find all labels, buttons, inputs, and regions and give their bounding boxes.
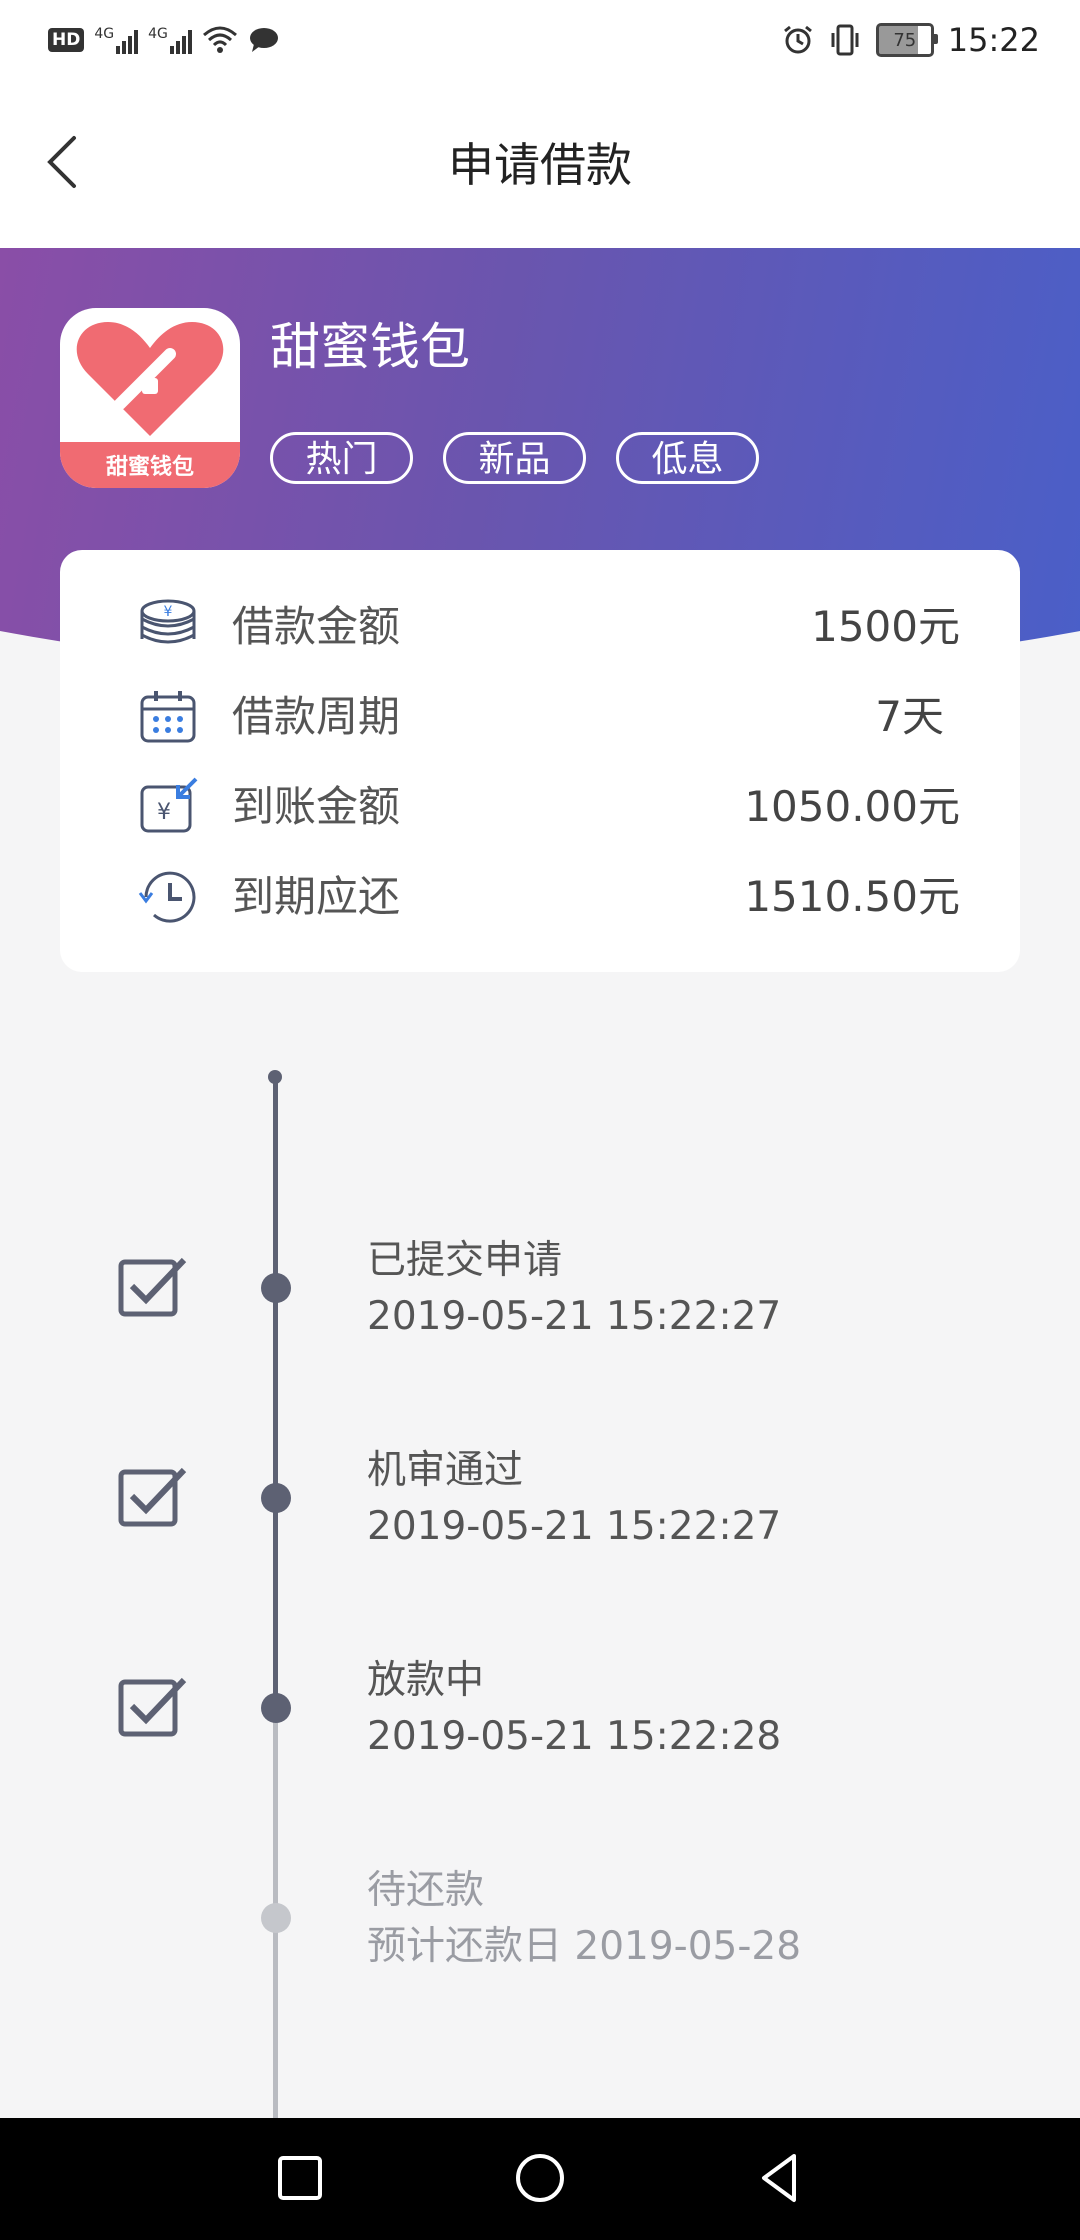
- status-bar: HD 4G 4G 75 15:22: [0, 0, 1080, 80]
- received-amount-value: 1050.00元: [744, 782, 960, 831]
- hd-badge: HD: [48, 28, 85, 52]
- timeline-step-title: 待还款: [367, 1868, 485, 1913]
- loan-amount-row: ¥ 借款金额 1500元: [60, 582, 1020, 672]
- timeline-step-title: 放款中: [367, 1658, 485, 1703]
- battery-level: 75: [893, 29, 917, 51]
- timeline-step-title: 已提交申请: [367, 1238, 563, 1283]
- received-amount-row: ¥ 到账金额 1050.00元: [60, 762, 1020, 852]
- svg-text:¥: ¥: [157, 800, 171, 825]
- status-right: 75 15:22: [782, 18, 1040, 62]
- wifi-icon: [202, 26, 237, 53]
- calendar-icon: [140, 691, 196, 743]
- loan-info-card: ¥ 借款金额 1500元 借款周期 7天 ¥ 到账金额 1050.00元 到期应…: [60, 550, 1020, 972]
- alarm-icon: [783, 25, 812, 54]
- timeline-step-time: 2019-05-21 15:22:28: [367, 1714, 782, 1759]
- due-amount-value: 1510.50元: [744, 872, 960, 921]
- tag-list: 热门 新品 低息: [270, 432, 759, 484]
- timeline-dot: [261, 1483, 291, 1513]
- tag-new: 新品: [443, 432, 586, 484]
- due-amount-row: 到期应还 1510.50元: [60, 852, 1020, 942]
- page-title: 申请借款: [448, 138, 632, 192]
- checkbox-checked-icon: [118, 1257, 187, 1317]
- logo-text: 甜蜜钱包: [60, 442, 240, 488]
- timeline-start-dot: [268, 1070, 282, 1084]
- due-amount-label: 到期应还: [232, 872, 401, 921]
- signal-icon-2: 4G: [148, 26, 192, 54]
- tag-hot: 热门: [270, 432, 413, 484]
- checkbox-checked-icon: [118, 1467, 187, 1527]
- vibrate-icon: [831, 24, 859, 56]
- clock: 15:22: [947, 21, 1040, 59]
- history-clock-icon: [138, 871, 196, 923]
- svg-text:¥: ¥: [164, 604, 173, 620]
- timeline-step-time: 2019-05-21 15:22:27: [367, 1504, 782, 1549]
- system-nav-bar: [0, 2118, 1080, 2240]
- coins-yen-icon: ¥: [140, 599, 196, 644]
- timeline-step-title: 机审通过: [367, 1448, 524, 1493]
- loan-amount-value: 1500元: [811, 602, 960, 651]
- back-nav-icon[interactable]: [750, 2148, 810, 2208]
- home-icon[interactable]: [510, 2148, 570, 2208]
- timeline-step-time: 预计还款日 2019-05-28: [367, 1924, 802, 1969]
- signal-icon: 4G: [94, 26, 139, 54]
- timeline-dot: [261, 1693, 291, 1723]
- timeline-dot-pending: [261, 1903, 291, 1933]
- yen-receive-icon: ¥: [140, 777, 198, 833]
- heart-logo-icon: [76, 322, 224, 436]
- app-logo: 甜蜜钱包: [60, 308, 240, 488]
- recent-apps-icon[interactable]: [270, 2148, 330, 2208]
- app-name: 甜蜜钱包: [270, 318, 470, 376]
- network-type-label: 4G: [94, 26, 115, 42]
- received-amount-label: 到账金额: [232, 782, 401, 831]
- tag-low-interest: 低息: [616, 432, 759, 484]
- message-icon: [249, 28, 278, 52]
- loan-amount-label: 借款金额: [232, 602, 401, 651]
- status-left: HD 4G 4G: [48, 22, 280, 58]
- timeline-dot: [261, 1273, 291, 1303]
- timeline-step-time: 2019-05-21 15:22:27: [367, 1294, 782, 1339]
- loan-period-row: 借款周期 7天: [60, 672, 1020, 762]
- header: 申请借款: [0, 80, 1080, 248]
- loan-period-value: 7天: [875, 692, 944, 741]
- checkbox-checked-icon: [118, 1677, 187, 1737]
- network-type-label-2: 4G: [148, 26, 168, 42]
- timeline-line-completed: [273, 1075, 278, 1705]
- loan-period-label: 借款周期: [232, 692, 401, 741]
- battery-icon: 75: [875, 23, 938, 57]
